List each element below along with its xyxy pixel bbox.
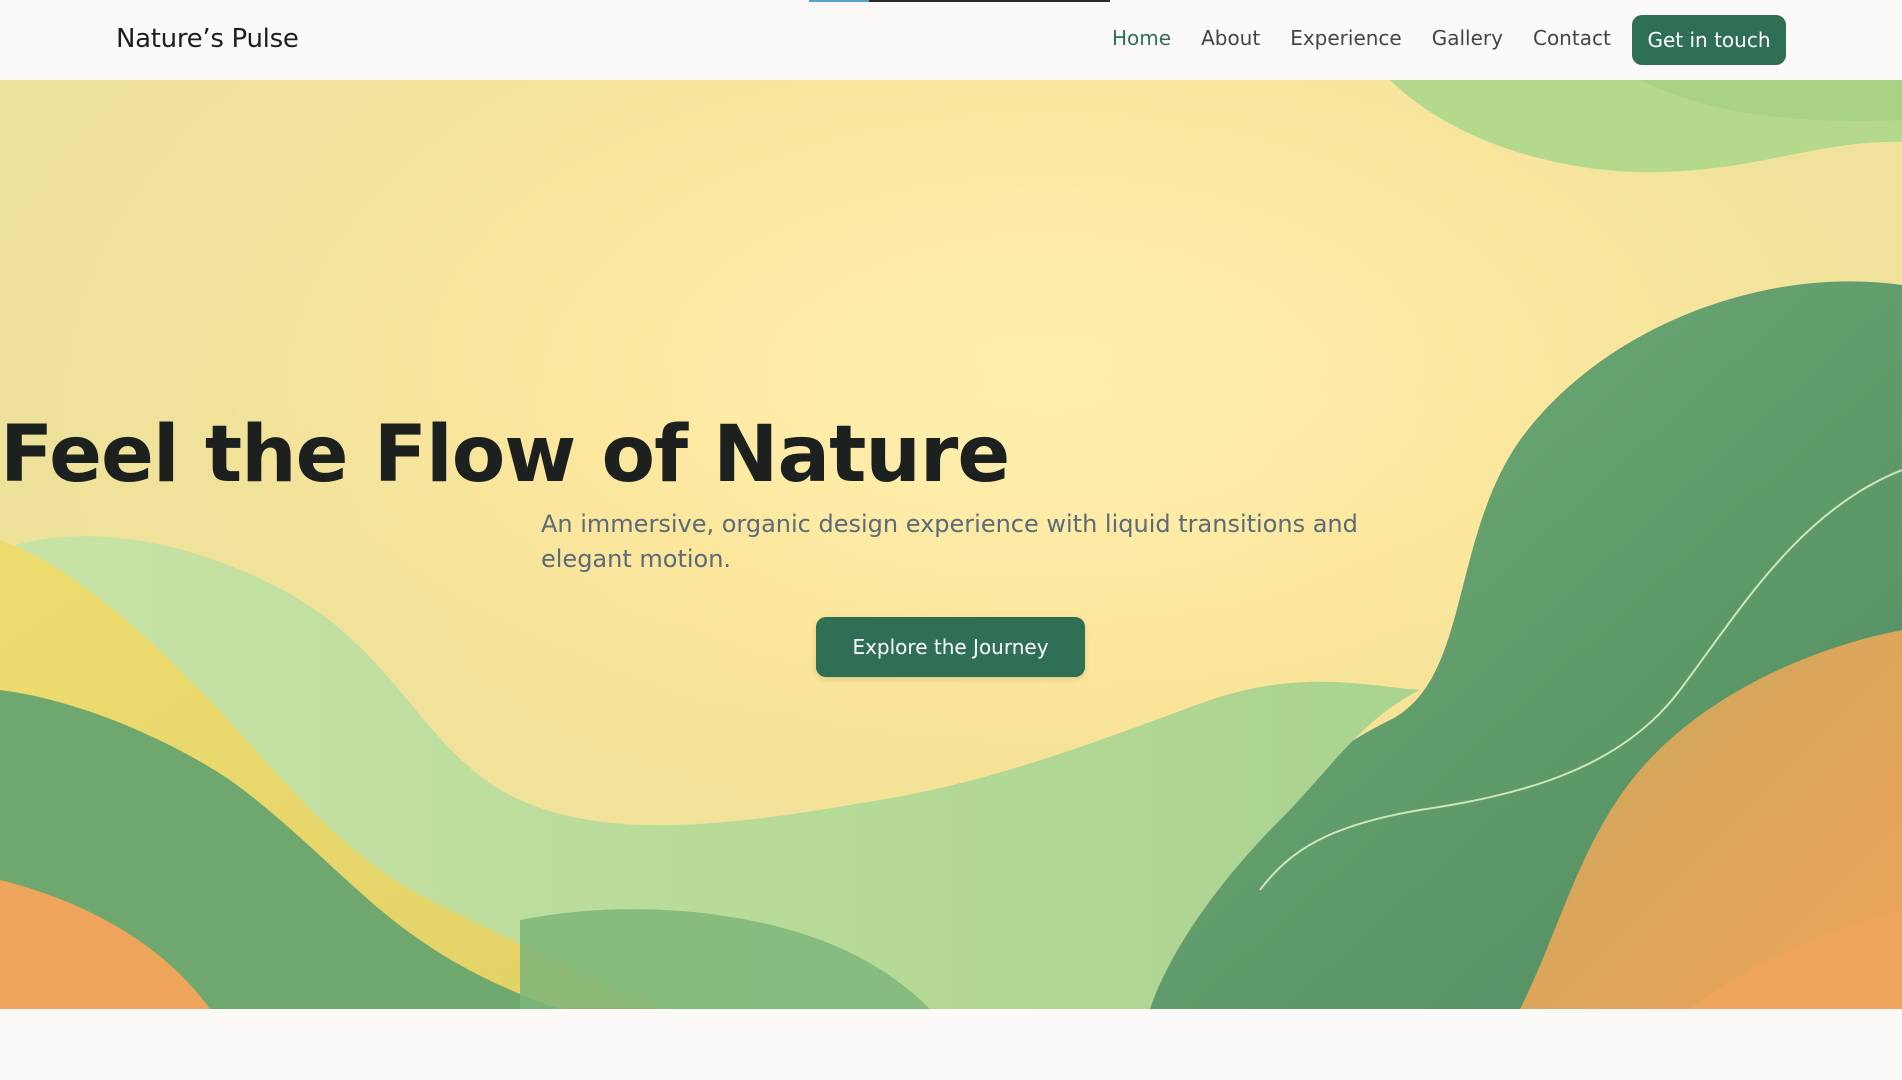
nav-gallery-link[interactable]: Gallery xyxy=(1432,26,1503,50)
get-in-touch-button[interactable]: Get in touch xyxy=(1632,15,1786,65)
site-logo[interactable]: Nature’s Pulse xyxy=(116,24,299,54)
explore-journey-button[interactable]: Explore the Journey xyxy=(816,617,1085,677)
next-section-start xyxy=(0,1009,1902,1080)
main-nav: Home About Experience Gallery Contact xyxy=(1112,26,1641,50)
scroll-progress-bar xyxy=(809,0,1110,2)
hero-subtitle: An immersive, organic design experience … xyxy=(541,510,1358,573)
scroll-progress-fill xyxy=(809,0,870,2)
hero-title: Feel the Flow of Nature xyxy=(0,410,1010,500)
site-header: Nature’s Pulse Home About Experience Gal… xyxy=(0,0,1902,80)
nav-contact-link[interactable]: Contact xyxy=(1533,26,1611,50)
nav-about-link[interactable]: About xyxy=(1201,26,1260,50)
nav-experience-link[interactable]: Experience xyxy=(1290,26,1402,50)
hero-section: Feel the Flow of Nature An immersive, or… xyxy=(0,80,1902,1009)
nav-home-link[interactable]: Home xyxy=(1112,26,1171,50)
